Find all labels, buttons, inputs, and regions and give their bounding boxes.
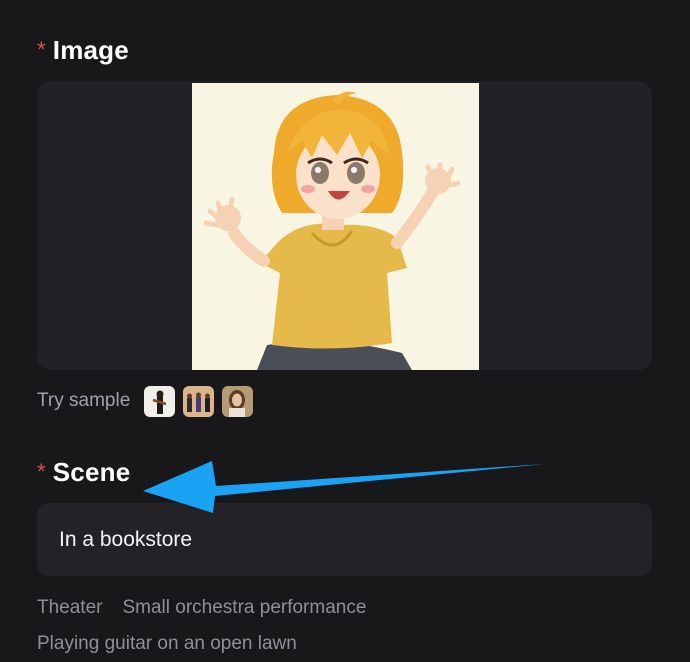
image-section-title: * Image — [37, 35, 129, 66]
try-sample-label: Try sample — [37, 390, 131, 411]
sample-thumbnail-group[interactable] — [183, 385, 215, 417]
scene-input-container — [37, 503, 652, 576]
try-sample-row: Try sample — [37, 384, 261, 418]
scene-title-label: Scene — [52, 457, 131, 487]
suggestion-chip[interactable]: Small orchestra performance — [122, 597, 366, 618]
scene-section-title: * Scene — [37, 457, 130, 488]
suggestion-chip[interactable]: Theater — [37, 597, 102, 618]
anime-girl-illustration — [192, 83, 479, 370]
scene-input[interactable] — [57, 526, 632, 553]
sample-thumbnail-violinist[interactable] — [144, 385, 176, 417]
required-asterisk: * — [37, 36, 46, 62]
scene-suggestions: Theater Small orchestra performance Playi… — [37, 590, 652, 662]
image-title-label: Image — [52, 35, 129, 65]
image-upload-area[interactable] — [37, 81, 652, 370]
uploaded-image-preview — [192, 83, 479, 370]
required-asterisk: * — [37, 458, 46, 484]
sample-thumbnail-portrait[interactable] — [222, 385, 254, 417]
suggestion-chip[interactable]: Playing guitar on an open lawn — [37, 633, 297, 654]
